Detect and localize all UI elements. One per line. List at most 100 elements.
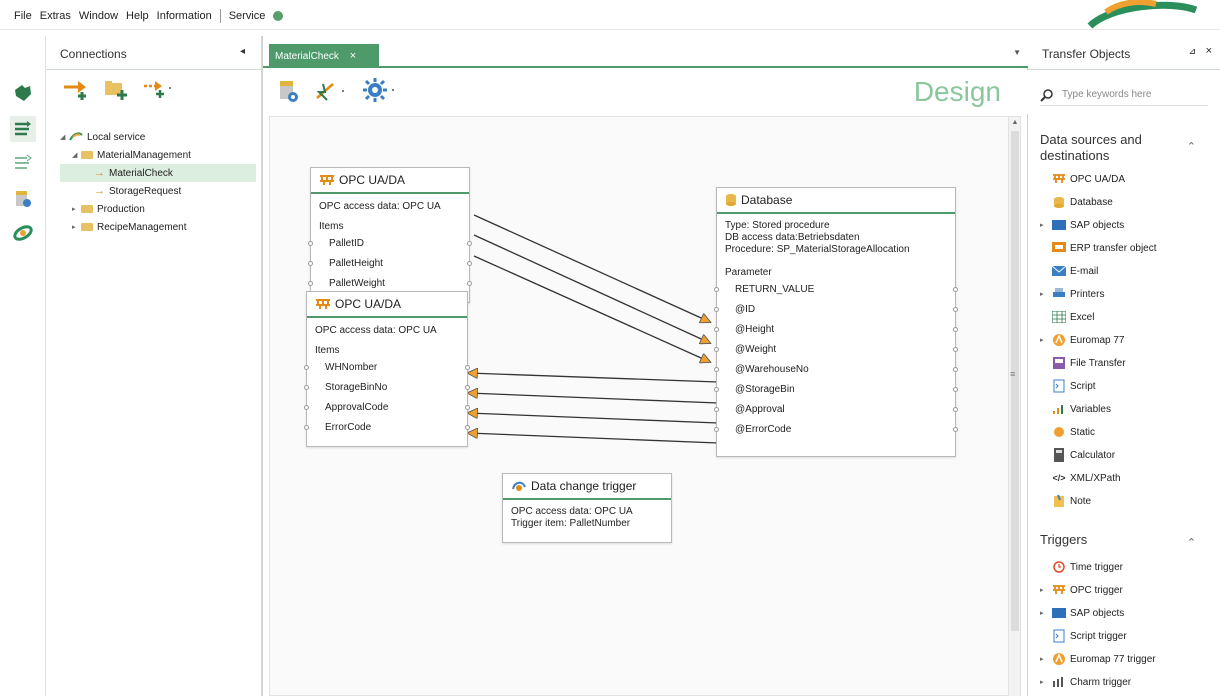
menu-service[interactable]: Service	[225, 10, 270, 22]
transfer-item-excel[interactable]: Excel	[1052, 308, 1094, 326]
transfer-item-opc-trigger[interactable]: ▸ OPC trigger	[1040, 581, 1123, 599]
port[interactable]	[714, 407, 719, 412]
expand-icon[interactable]: ▸	[1040, 290, 1044, 298]
transfer-item-printers[interactable]: ▸ Printers	[1040, 285, 1104, 303]
transfer-item-time-trigger[interactable]: Time trigger	[1052, 558, 1123, 576]
opc-node-output[interactable]: OPC UA/DA OPC access data: OPC UA Items …	[304, 291, 470, 447]
section-data-sources[interactable]: Data sources and destinations	[1040, 132, 1160, 164]
param-height[interactable]: @Height	[714, 320, 958, 340]
opc-node-input[interactable]: OPC UA/DA OPC access data: OPC UA Items …	[308, 167, 472, 303]
transfer-item-script[interactable]: Script	[1052, 377, 1096, 395]
settings-document-icon[interactable]	[10, 186, 36, 212]
collapsed-icon[interactable]: ▸	[72, 223, 81, 231]
collapse-panel-icon[interactable]: ◂	[240, 46, 245, 57]
port[interactable]	[953, 287, 958, 292]
data-change-trigger-node[interactable]: Data change trigger OPC access data: OPC…	[502, 473, 672, 543]
transfer-item-calculator[interactable]: Calculator	[1052, 446, 1115, 464]
port[interactable]	[308, 281, 313, 286]
add-flow-dropdown-icon[interactable]	[142, 78, 174, 103]
transfer-item-script-trigger[interactable]: Script trigger	[1052, 627, 1127, 645]
expand-icon[interactable]: ▸	[1040, 221, 1044, 229]
port[interactable]	[714, 307, 719, 312]
menu-information[interactable]: Information	[153, 10, 216, 22]
port[interactable]	[953, 367, 958, 372]
scrollbar-thumb[interactable]	[1011, 131, 1019, 631]
menu-help[interactable]: Help	[122, 10, 153, 22]
port[interactable]	[953, 327, 958, 332]
expand-icon[interactable]: ▸	[1040, 586, 1044, 594]
transfer-item-xml-xpath[interactable]: </> XML/XPath	[1052, 469, 1120, 487]
collapse-triggers-icon[interactable]: ⌃	[1187, 536, 1196, 549]
item-approval-code[interactable]: ApprovalCode	[304, 398, 470, 418]
item-storage-bin-no[interactable]: StorageBinNo	[304, 378, 470, 398]
port[interactable]	[714, 327, 719, 332]
collapse-section-icon[interactable]: ⌃	[1187, 140, 1196, 153]
expand-icon[interactable]: ◢	[72, 151, 81, 159]
tree-item-recipe-management[interactable]: ▸ RecipeManagement	[60, 218, 256, 236]
design-canvas[interactable]: OPC UA/DA OPC access data: OPC UA Items …	[269, 116, 1021, 696]
port[interactable]	[304, 385, 309, 390]
port[interactable]	[465, 385, 470, 390]
param-weight[interactable]: @Weight	[714, 340, 958, 360]
param-return-value[interactable]: RETURN_VALUE	[714, 280, 958, 300]
transfer-item-erp-transfer-object[interactable]: ERP transfer object	[1052, 239, 1157, 257]
section-triggers[interactable]: Triggers	[1040, 532, 1087, 548]
param-warehouse-no[interactable]: @WarehouseNo	[714, 360, 958, 380]
expand-icon[interactable]: ▸	[1040, 609, 1044, 617]
expand-icon[interactable]: ▸	[1040, 336, 1044, 344]
port[interactable]	[953, 427, 958, 432]
transfer-item-opc-ua-da[interactable]: OPC UA/DA	[1052, 170, 1125, 188]
transfer-item-note[interactable]: Note	[1052, 492, 1091, 510]
transfer-item-charm-trigger[interactable]: ▸ Charm trigger	[1040, 673, 1131, 691]
port[interactable]	[953, 347, 958, 352]
database-node[interactable]: Database Type: Stored procedure DB acces…	[714, 187, 958, 457]
port[interactable]	[467, 241, 472, 246]
expand-icon[interactable]: ▸	[1040, 678, 1044, 686]
service-ring-icon[interactable]	[10, 220, 36, 246]
flows-icon[interactable]	[10, 116, 36, 142]
port[interactable]	[953, 387, 958, 392]
gear-icon[interactable]	[361, 76, 399, 107]
port[interactable]	[465, 425, 470, 430]
tree-item-production[interactable]: ▸ Production	[60, 200, 256, 218]
tree-item-material-management[interactable]: ◢ MaterialManagement	[60, 146, 256, 164]
port[interactable]	[308, 261, 313, 266]
canvas-vertical-scrollbar[interactable]: ▲ ≡	[1008, 117, 1020, 696]
transfer-item-variables[interactable]: Variables	[1052, 400, 1111, 418]
port[interactable]	[304, 425, 309, 430]
param-id[interactable]: @ID	[714, 300, 958, 320]
connection-mode-icon[interactable]	[313, 80, 347, 105]
transfer-item-static[interactable]: Static	[1052, 423, 1095, 441]
port[interactable]	[714, 367, 719, 372]
menu-window[interactable]: Window	[75, 10, 122, 22]
param-error-code[interactable]: @ErrorCode	[714, 420, 958, 440]
port[interactable]	[467, 261, 472, 266]
tree-item-material-check[interactable]: → MaterialCheck	[60, 164, 256, 182]
port[interactable]	[465, 405, 470, 410]
tab-dropdown-icon[interactable]: ▼	[1013, 48, 1021, 57]
param-approval[interactable]: @Approval	[714, 400, 958, 420]
port[interactable]	[714, 427, 719, 432]
transfer-item-file-transfer[interactable]: File Transfer	[1052, 354, 1126, 372]
expand-icon[interactable]: ▸	[1040, 655, 1044, 663]
tree-item-storage-request[interactable]: → StorageRequest	[60, 182, 256, 200]
transfer-item-e-mail[interactable]: E-mail	[1052, 262, 1098, 280]
transfer-item-database[interactable]: Database	[1052, 193, 1113, 211]
port[interactable]	[953, 307, 958, 312]
port[interactable]	[714, 347, 719, 352]
port[interactable]	[304, 365, 309, 370]
port[interactable]	[953, 407, 958, 412]
port[interactable]	[465, 365, 470, 370]
transfer-item-euromap-77-trigger[interactable]: ▸ Euromap 77 trigger	[1040, 650, 1156, 668]
close-panel-icon[interactable]: ×	[1206, 45, 1212, 57]
collapsed-icon[interactable]: ▸	[72, 205, 81, 213]
item-pallet-id[interactable]: PalletID	[308, 234, 472, 254]
menu-extras[interactable]: Extras	[36, 10, 75, 22]
transfer-item-sap-objects[interactable]: ▸ SAP objects	[1040, 604, 1124, 622]
item-wh-number[interactable]: WHNomber	[304, 358, 470, 378]
port[interactable]	[467, 281, 472, 286]
close-tab-icon[interactable]: ×	[350, 50, 356, 62]
tab-material-check[interactable]: MaterialCheck ×	[269, 44, 379, 68]
puzzle-icon[interactable]	[10, 80, 36, 106]
transfer-list-icon[interactable]	[10, 150, 36, 176]
